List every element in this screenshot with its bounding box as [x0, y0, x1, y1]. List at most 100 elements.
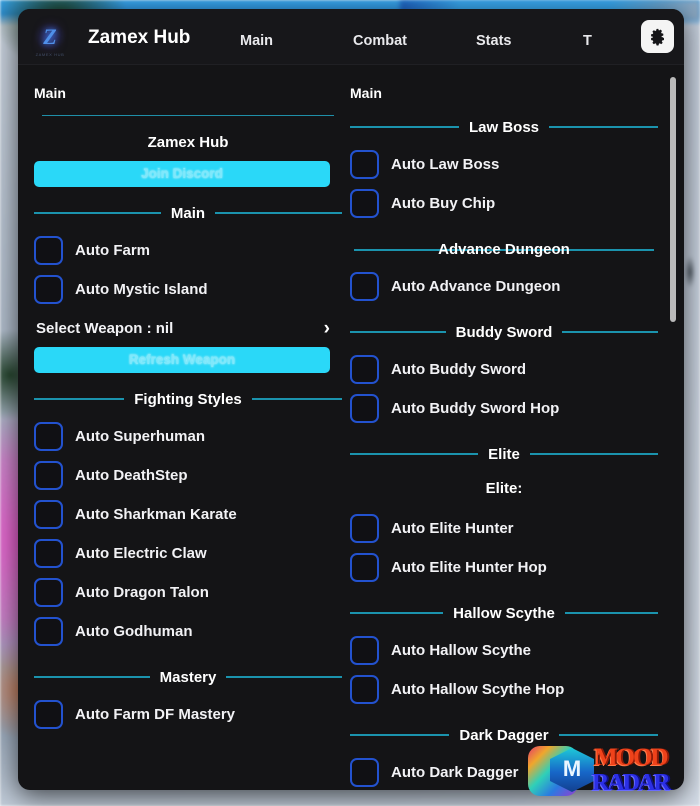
section-line-left — [350, 453, 479, 455]
label-auto-hallow-scythe-hop: Auto Hallow Scythe Hop — [391, 681, 565, 698]
section-advance-dungeon-label: Advance Dungeon — [438, 240, 570, 258]
zamex-hub-window: Z ZAMEX HUB Zamex Hub Main Combat Stats … — [18, 9, 684, 790]
scrollbar-track[interactable] — [670, 77, 676, 777]
section-line-right — [549, 126, 658, 128]
label-auto-electric-claw: Auto Electric Claw — [75, 545, 207, 562]
settings-button[interactable] — [641, 20, 674, 53]
label-auto-elite-hunter-hop: Auto Elite Hunter Hop — [391, 559, 547, 576]
section-dark-dagger-label: Dark Dagger — [459, 726, 549, 744]
section-line-right — [251, 398, 342, 400]
checkbox-auto-law-boss[interactable] — [350, 150, 379, 179]
elite-sublabel: Elite: — [485, 480, 523, 497]
section-buddy-sword-label: Buddy Sword — [455, 323, 553, 341]
label-auto-godhuman: Auto Godhuman — [75, 623, 193, 640]
join-discord-button[interactable]: Join Discord — [34, 161, 330, 187]
right-column: Main Law Boss Auto Law Boss Auto Buy Chi… — [350, 65, 658, 790]
label-auto-mystic-island: Auto Mystic Island — [75, 281, 208, 298]
label-auto-buddy-sword-hop: Auto Buddy Sword Hop — [391, 400, 560, 417]
checkbox-auto-superhuman[interactable] — [34, 422, 63, 451]
app-title: Zamex Hub — [88, 27, 191, 48]
section-line-left — [350, 126, 459, 128]
checkbox-auto-elite-hunter[interactable] — [350, 514, 379, 543]
checkbox-auto-electric-claw[interactable] — [34, 539, 63, 568]
section-line-left — [34, 212, 161, 214]
brand-title: Zamex Hub — [147, 134, 229, 151]
toggle-auto-sharkman-karate[interactable]: Auto Sharkman Karate — [34, 495, 342, 534]
left-column: Main Zamex Hub Join Discord Main Auto Fa… — [34, 65, 342, 790]
left-top-divider — [42, 115, 334, 116]
toggle-auto-dark-dagger[interactable]: Auto Dark Dagger — [350, 753, 658, 790]
section-law-boss-label: Law Boss — [468, 118, 540, 136]
section-advance-dungeon: Advance Dungeon — [350, 239, 658, 259]
section-line-right — [215, 212, 342, 214]
checkbox-auto-advance-dungeon[interactable] — [350, 272, 379, 301]
toggle-auto-dragon-talon[interactable]: Auto Dragon Talon — [34, 573, 342, 612]
tab-stats[interactable]: Stats — [476, 33, 511, 49]
section-fighting-styles-label: Fighting Styles — [134, 390, 242, 408]
checkbox-auto-mystic-island[interactable] — [34, 275, 63, 304]
section-line-left — [34, 398, 125, 400]
checkbox-auto-deathstep[interactable] — [34, 461, 63, 490]
section-law-boss: Law Boss — [350, 117, 658, 137]
section-buddy-sword: Buddy Sword — [350, 322, 658, 342]
toggle-auto-farm-df-mastery[interactable]: Auto Farm DF Mastery — [34, 695, 342, 734]
tab-combat[interactable]: Combat — [353, 33, 407, 49]
toggle-auto-advance-dungeon[interactable]: Auto Advance Dungeon — [350, 267, 658, 306]
toggle-auto-elite-hunter-hop[interactable]: Auto Elite Hunter Hop — [350, 548, 658, 587]
checkbox-auto-buddy-sword[interactable] — [350, 355, 379, 384]
checkbox-auto-buy-chip[interactable] — [350, 189, 379, 218]
toggle-auto-deathstep[interactable]: Auto DeathStep — [34, 456, 342, 495]
section-line-right — [558, 734, 658, 736]
right-column-tab-label: Main — [350, 85, 382, 101]
toggle-auto-mystic-island[interactable]: Auto Mystic Island — [34, 270, 342, 309]
checkbox-auto-godhuman[interactable] — [34, 617, 63, 646]
scrollbar-thumb[interactable] — [670, 77, 676, 322]
tab-truncated[interactable]: T — [583, 33, 592, 49]
section-hallow-scythe: Hallow Scythe — [350, 603, 658, 623]
label-auto-advance-dungeon: Auto Advance Dungeon — [391, 278, 561, 295]
label-auto-dragon-talon: Auto Dragon Talon — [75, 584, 209, 601]
checkbox-auto-buddy-sword-hop[interactable] — [350, 394, 379, 423]
label-auto-law-boss: Auto Law Boss — [391, 156, 500, 173]
section-mastery-label: Mastery — [159, 668, 217, 686]
toggle-auto-buy-chip[interactable]: Auto Buy Chip — [350, 184, 658, 223]
section-main: Main — [34, 203, 342, 223]
checkbox-auto-sharkman-karate[interactable] — [34, 500, 63, 529]
toggle-auto-farm[interactable]: Auto Farm — [34, 231, 342, 270]
label-auto-buddy-sword: Auto Buddy Sword — [391, 361, 526, 378]
toggle-auto-elite-hunter[interactable]: Auto Elite Hunter — [350, 509, 658, 548]
gear-icon — [651, 28, 664, 46]
toggle-auto-buddy-sword[interactable]: Auto Buddy Sword — [350, 350, 658, 389]
section-line-left — [350, 734, 450, 736]
toggle-auto-hallow-scythe-hop[interactable]: Auto Hallow Scythe Hop — [350, 670, 658, 709]
toggle-auto-buddy-sword-hop[interactable]: Auto Buddy Sword Hop — [350, 389, 658, 428]
section-fighting-styles: Fighting Styles — [34, 389, 342, 409]
section-main-label: Main — [170, 204, 206, 222]
toggle-auto-superhuman[interactable]: Auto Superhuman — [34, 417, 342, 456]
section-hallow-scythe-label: Hallow Scythe — [453, 604, 555, 622]
toggle-auto-hallow-scythe[interactable]: Auto Hallow Scythe — [350, 631, 658, 670]
select-weapon-dropdown[interactable]: Select Weapon : nil › — [34, 309, 342, 347]
zamex-logo-icon: Z ZAMEX HUB — [28, 17, 72, 59]
checkbox-auto-dark-dagger[interactable] — [350, 758, 379, 787]
refresh-weapon-button[interactable]: Refresh Weapon — [34, 347, 330, 373]
label-auto-dark-dagger: Auto Dark Dagger — [391, 764, 519, 781]
section-line-right — [562, 331, 658, 333]
chevron-right-icon: › — [323, 317, 330, 339]
toggle-auto-godhuman[interactable]: Auto Godhuman — [34, 612, 342, 651]
checkbox-auto-farm-df-mastery[interactable] — [34, 700, 63, 729]
checkbox-auto-hallow-scythe-hop[interactable] — [350, 675, 379, 704]
label-auto-deathstep: Auto DeathStep — [75, 467, 188, 484]
label-auto-elite-hunter: Auto Elite Hunter — [391, 520, 514, 537]
title-bar: Z ZAMEX HUB Zamex Hub Main Combat Stats … — [18, 9, 684, 65]
section-line-right — [226, 676, 342, 678]
checkbox-auto-dragon-talon[interactable] — [34, 578, 63, 607]
toggle-auto-electric-claw[interactable]: Auto Electric Claw — [34, 534, 342, 573]
checkbox-auto-farm[interactable] — [34, 236, 63, 265]
checkbox-auto-elite-hunter-hop[interactable] — [350, 553, 379, 582]
checkbox-auto-hallow-scythe[interactable] — [350, 636, 379, 665]
toggle-auto-law-boss[interactable]: Auto Law Boss — [350, 145, 658, 184]
section-dark-dagger: Dark Dagger — [350, 725, 658, 745]
label-auto-sharkman-karate: Auto Sharkman Karate — [75, 506, 237, 523]
tab-main[interactable]: Main — [240, 33, 273, 49]
